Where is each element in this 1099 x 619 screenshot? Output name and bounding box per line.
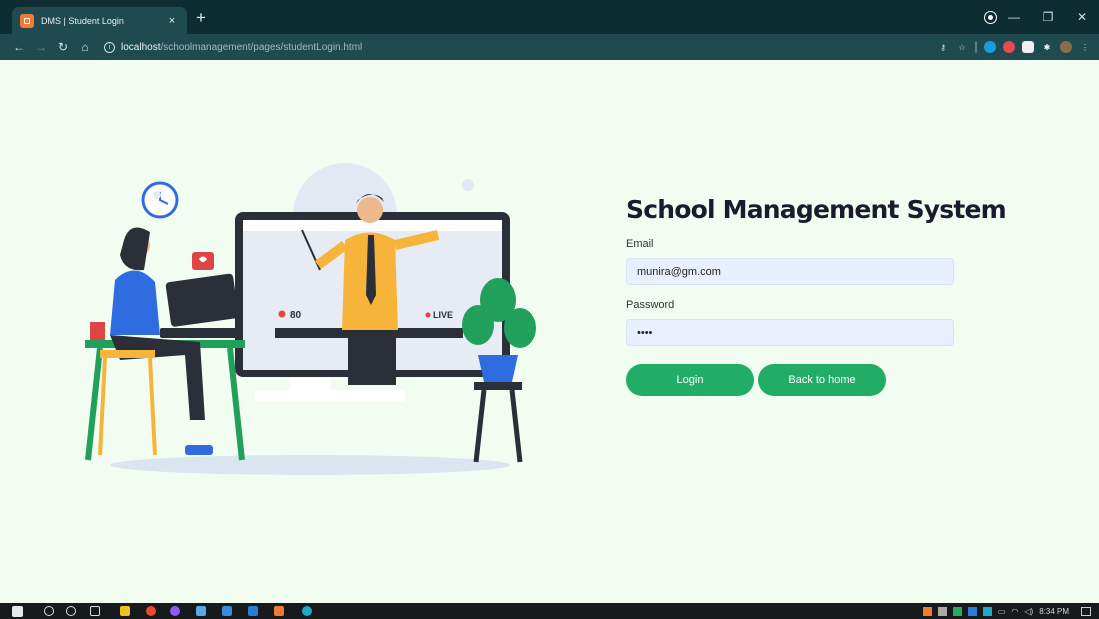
stool-leg (473, 389, 487, 463)
tray-xampp-icon[interactable] (922, 606, 932, 616)
back-arrow-icon[interactable]: ← (8, 40, 30, 54)
tray-app-icon[interactable] (967, 606, 977, 616)
messenger-icon[interactable] (170, 606, 180, 616)
password-field[interactable] (626, 319, 954, 346)
student-top (110, 270, 160, 335)
student-legs (110, 335, 205, 420)
close-window-icon[interactable]: ✕ (1065, 10, 1099, 24)
read-aloud-icon[interactable] (984, 41, 996, 53)
email-label: Email (626, 238, 654, 250)
teacher-trousers (348, 330, 396, 385)
site-favicon-icon (20, 13, 34, 28)
browser-toolbar: ← → ↻ ⌂ i localhost/schoolmanagement/pag… (0, 34, 1099, 60)
page-title: School Management System (626, 195, 1007, 224)
chair-leg (148, 357, 157, 456)
search-icon[interactable] (44, 606, 54, 616)
pencil-cup (90, 322, 105, 340)
os-taskbar: ▭ ◠ ◁) 8:34 PM (0, 603, 1099, 619)
dot-decoration (153, 191, 161, 199)
adblock-icon[interactable] (1003, 41, 1015, 53)
plant-leaf (504, 308, 536, 348)
floor-shadow (110, 455, 510, 475)
laptop-base (160, 328, 240, 338)
toolbar-divider (975, 41, 977, 53)
restore-icon[interactable]: ❐ (1031, 10, 1065, 24)
plant-leaf (462, 305, 494, 345)
chair-leg (98, 357, 107, 456)
classroom-illustration: 80 LIVE (85, 163, 536, 475)
teacher-head (357, 197, 383, 223)
volume-icon[interactable]: ◁) (1024, 607, 1033, 616)
monitor-neck (290, 378, 330, 390)
taskbar-clock[interactable]: 8:34 PM (1039, 607, 1069, 616)
calculator-icon[interactable] (222, 606, 232, 616)
app-icon[interactable] (196, 606, 206, 616)
notifications-icon[interactable] (1081, 606, 1091, 616)
monitor-base (255, 390, 405, 402)
site-info-icon[interactable]: i (104, 41, 115, 53)
laptop-screen (165, 273, 239, 327)
password-label: Password (626, 299, 675, 311)
word-icon[interactable] (248, 606, 258, 616)
tab-title: DMS | Student Login (41, 15, 124, 26)
profile-icon[interactable] (985, 12, 996, 23)
battery-icon[interactable]: ▭ (998, 607, 1006, 616)
chrome-icon[interactable] (146, 606, 156, 616)
extension-icons: ⚷ ☆ ✱ ⋮ (937, 34, 1091, 60)
plant-pot (478, 355, 518, 382)
tray-app-icon[interactable] (982, 606, 992, 616)
cortana-icon[interactable] (66, 606, 76, 616)
live-dot-icon (425, 312, 431, 318)
task-view-icon[interactable] (90, 606, 100, 616)
edge-icon[interactable] (302, 606, 312, 616)
back-to-home-button[interactable]: Back to home (758, 364, 886, 396)
address-bar[interactable]: i localhost/schoolmanagement/pages/stude… (104, 37, 1004, 57)
email-field[interactable] (626, 258, 954, 285)
home-icon[interactable]: ⌂ (74, 40, 96, 54)
file-explorer-icon[interactable] (120, 606, 130, 616)
url-text: localhost/schoolmanagement/pages/student… (121, 42, 362, 53)
key-icon[interactable]: ⚷ (937, 41, 949, 53)
avatar[interactable] (1060, 41, 1072, 53)
chair-seat (100, 350, 155, 358)
browser-menu-icon[interactable]: ⋮ (1079, 41, 1091, 53)
stool-leg (509, 389, 523, 463)
browser-tab[interactable]: DMS | Student Login × (12, 7, 187, 34)
new-tab-button[interactable]: + (196, 9, 206, 26)
browser-tab-strip: DMS | Student Login × + — ❐ ✕ (0, 0, 1099, 34)
wifi-icon[interactable]: ◠ (1011, 607, 1018, 616)
minimize-icon[interactable]: — (997, 10, 1031, 24)
url-host: localhost (121, 41, 161, 53)
login-form: School Management System Email Password … (626, 195, 1007, 396)
dot-decoration (462, 179, 474, 191)
form-actions: Login Back to home (626, 364, 956, 396)
student-hair (120, 227, 150, 271)
desk-leg (85, 347, 103, 461)
live-badge: LIVE (433, 310, 453, 320)
close-tab-icon[interactable]: × (165, 15, 179, 27)
stool-top (474, 382, 522, 390)
window-controls: — ❐ ✕ (997, 0, 1099, 34)
forward-arrow-icon[interactable]: → (30, 40, 52, 54)
system-tray: ▭ ◠ ◁) 8:34 PM (922, 603, 1091, 619)
tray-app-icon[interactable] (937, 606, 947, 616)
bookmark-star-icon[interactable]: ☆ (956, 41, 968, 53)
start-icon[interactable] (12, 606, 23, 617)
url-path: /schoolmanagement/pages/studentLogin.htm… (160, 41, 363, 53)
viewer-count: 80 (290, 310, 302, 321)
viewer-person-icon (278, 310, 286, 318)
login-button[interactable]: Login (626, 364, 754, 396)
extension-d-icon[interactable] (1022, 41, 1034, 53)
tray-app-icon[interactable] (952, 606, 962, 616)
extensions-puzzle-icon[interactable]: ✱ (1041, 41, 1053, 53)
reload-icon[interactable]: ↻ (52, 40, 74, 54)
student-shoes (185, 445, 213, 455)
xampp-icon[interactable] (274, 606, 284, 616)
